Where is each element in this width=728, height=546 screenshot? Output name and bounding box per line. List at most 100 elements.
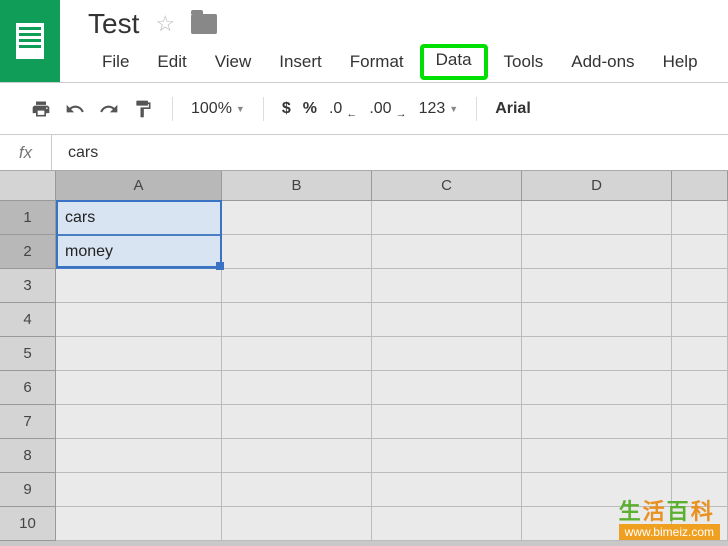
cell-c9[interactable] — [372, 473, 522, 507]
cell-c2[interactable] — [372, 235, 522, 269]
watermark-char: 生 — [619, 494, 641, 526]
cell-e3[interactable] — [672, 269, 728, 303]
cell-c10[interactable] — [372, 507, 522, 541]
cell-a9[interactable] — [56, 473, 222, 507]
sheets-logo[interactable] — [0, 0, 60, 82]
row-header-3[interactable]: 3 — [0, 269, 56, 303]
col-header-a[interactable]: A — [56, 171, 222, 201]
folder-icon[interactable] — [191, 14, 217, 34]
menu-file[interactable]: File — [88, 48, 143, 76]
cell-c1[interactable] — [372, 201, 522, 235]
cell-b6[interactable] — [222, 371, 372, 405]
cell-b8[interactable] — [222, 439, 372, 473]
increase-decimal-label: .00 — [369, 100, 391, 118]
cell-a2[interactable]: money — [56, 235, 222, 269]
cell-c4[interactable] — [372, 303, 522, 337]
col-header-d[interactable]: D — [522, 171, 672, 201]
font-dropdown[interactable]: Arial — [495, 100, 531, 118]
cell-a3[interactable] — [56, 269, 222, 303]
cell-d1[interactable] — [522, 201, 672, 235]
cell-e4[interactable] — [672, 303, 728, 337]
chevron-down-icon: ▼ — [236, 104, 245, 114]
cell-b7[interactable] — [222, 405, 372, 439]
menu-view[interactable]: View — [201, 48, 266, 76]
currency-button[interactable]: $ — [282, 100, 291, 118]
cell-b2[interactable] — [222, 235, 372, 269]
number-format-dropdown[interactable]: 123 ▼ — [419, 100, 459, 118]
menu-data[interactable]: Data — [420, 44, 488, 80]
star-icon[interactable]: ☆ — [155, 11, 175, 37]
cell-c5[interactable] — [372, 337, 522, 371]
cell-e8[interactable] — [672, 439, 728, 473]
cell-e2[interactable] — [672, 235, 728, 269]
watermark-char: 科 — [691, 494, 713, 526]
cell-b4[interactable] — [222, 303, 372, 337]
cell-b9[interactable] — [222, 473, 372, 507]
watermark-char: 百 — [667, 494, 689, 526]
cell-b1[interactable] — [222, 201, 372, 235]
cell-c7[interactable] — [372, 405, 522, 439]
cell-c8[interactable] — [372, 439, 522, 473]
percent-button[interactable]: % — [303, 100, 317, 118]
undo-icon[interactable] — [64, 98, 86, 120]
row-header-9[interactable]: 9 — [0, 473, 56, 507]
menu-addons[interactable]: Add-ons — [557, 48, 648, 76]
row-header-4[interactable]: 4 — [0, 303, 56, 337]
menu-format[interactable]: Format — [336, 48, 418, 76]
fx-label[interactable]: fx — [0, 135, 52, 170]
col-header-b[interactable]: B — [222, 171, 372, 201]
select-all-corner[interactable] — [0, 171, 56, 201]
row-header-5[interactable]: 5 — [0, 337, 56, 371]
cell-a5[interactable] — [56, 337, 222, 371]
toolbar: 100% ▼ $ % .0 ← .00 → 123 ▼ Arial — [0, 83, 728, 135]
print-icon[interactable] — [30, 98, 52, 120]
cell-d6[interactable] — [522, 371, 672, 405]
paint-format-icon[interactable] — [132, 98, 154, 120]
decrease-decimal-label: .0 — [329, 100, 342, 118]
arrow-left-icon: ← — [346, 108, 357, 120]
chevron-down-icon: ▼ — [449, 104, 458, 114]
cell-d8[interactable] — [522, 439, 672, 473]
cell-e1[interactable] — [672, 201, 728, 235]
formula-input[interactable]: cars — [52, 144, 728, 162]
document-title[interactable]: Test — [88, 8, 139, 40]
row-header-1[interactable]: 1 — [0, 201, 56, 235]
redo-icon[interactable] — [98, 98, 120, 120]
cell-d3[interactable] — [522, 269, 672, 303]
row-header-7[interactable]: 7 — [0, 405, 56, 439]
menu-help[interactable]: Help — [649, 48, 712, 76]
cell-a1[interactable]: cars — [56, 201, 222, 235]
cell-c6[interactable] — [372, 371, 522, 405]
increase-decimal-button[interactable]: .00 → — [369, 100, 406, 118]
cell-d4[interactable] — [522, 303, 672, 337]
row-header-6[interactable]: 6 — [0, 371, 56, 405]
menu-insert[interactable]: Insert — [265, 48, 336, 76]
cell-a8[interactable] — [56, 439, 222, 473]
zoom-dropdown[interactable]: 100% ▼ — [191, 100, 245, 118]
cell-a7[interactable] — [56, 405, 222, 439]
menu-edit[interactable]: Edit — [143, 48, 200, 76]
col-header-e[interactable] — [672, 171, 728, 201]
cell-a6[interactable] — [56, 371, 222, 405]
cell-e5[interactable] — [672, 337, 728, 371]
formula-bar: fx cars — [0, 135, 728, 171]
cell-a4[interactable] — [56, 303, 222, 337]
row-header-2[interactable]: 2 — [0, 235, 56, 269]
cell-d5[interactable] — [522, 337, 672, 371]
menu-tools[interactable]: Tools — [490, 48, 558, 76]
row-header-8[interactable]: 8 — [0, 439, 56, 473]
col-header-c[interactable]: C — [372, 171, 522, 201]
cell-c3[interactable] — [372, 269, 522, 303]
cell-a10[interactable] — [56, 507, 222, 541]
cell-b10[interactable] — [222, 507, 372, 541]
watermark: 生 活 百 科 www.bimeiz.com — [619, 494, 720, 540]
cell-e6[interactable] — [672, 371, 728, 405]
cell-d7[interactable] — [522, 405, 672, 439]
cell-b3[interactable] — [222, 269, 372, 303]
cell-e7[interactable] — [672, 405, 728, 439]
cell-b5[interactable] — [222, 337, 372, 371]
row-header-10[interactable]: 10 — [0, 507, 56, 541]
decrease-decimal-button[interactable]: .0 ← — [329, 100, 357, 118]
cell-d2[interactable] — [522, 235, 672, 269]
watermark-url: www.bimeiz.com — [619, 524, 720, 540]
